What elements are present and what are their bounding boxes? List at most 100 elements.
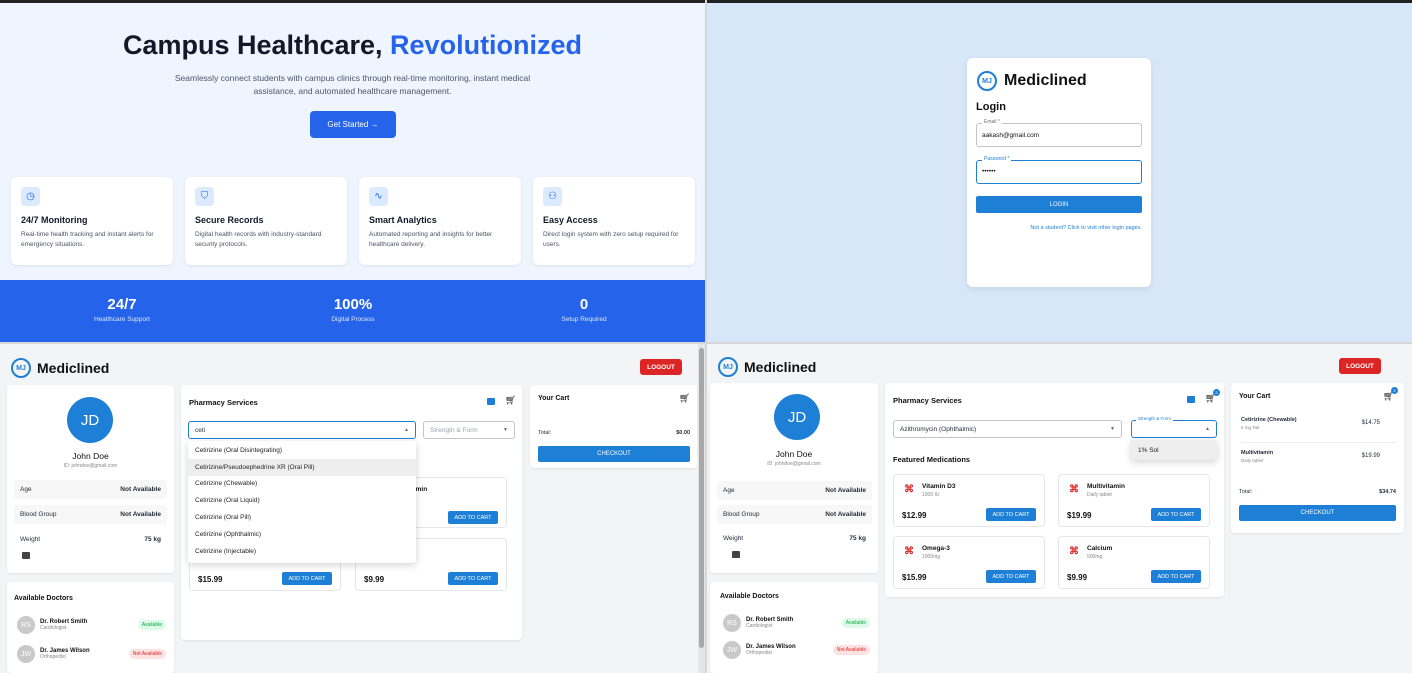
cart-item-price: $14.75 — [1361, 420, 1380, 426]
strength-select[interactable]: Strength & Form ▲ — [1131, 416, 1217, 438]
activity-icon: ∿ — [369, 187, 388, 206]
feature-title: Easy Access — [543, 215, 598, 225]
medication-search-input[interactable]: ceti ▲ — [188, 421, 416, 439]
info-label: Age — [723, 487, 735, 494]
dropdown-option[interactable]: Cetirizine (Oral Disintegrating) — [188, 442, 416, 459]
logo-icon: MJ — [11, 358, 31, 378]
feature-desc: Direct login system with zero setup requ… — [543, 231, 679, 248]
email-value: aakash@gmail.com — [982, 132, 1040, 139]
status-badge: Not Available — [128, 649, 166, 659]
info-label: Age — [20, 486, 32, 493]
dropdown-option[interactable]: Cetirizine/Pseudoephedrine XR (Oral Pill… — [188, 458, 416, 476]
message-icon[interactable] — [22, 552, 30, 559]
dropdown-option[interactable]: Cetirizine (Injectable) — [188, 543, 416, 560]
doctor-row[interactable]: RS Dr. Robert Smith Cardiologist Availabl… — [17, 613, 174, 637]
brand-logo: MJ Mediclined — [977, 71, 1087, 91]
add-to-cart-button[interactable]: ADD TO CART — [1151, 570, 1201, 583]
shield-icon: ⛉ — [195, 187, 214, 206]
logout-button[interactable]: LOGOUT — [1339, 358, 1381, 374]
stat-value: 100% — [333, 296, 373, 313]
landing-panel: Campus Healthcare, Revolutionized Seamle… — [0, 0, 705, 342]
medication-card: ⌘ Calcium 500mg $9.99 ADD TO CART — [1058, 536, 1210, 589]
info-label: Blood Group — [723, 511, 760, 518]
dropdown-option[interactable]: Cetirizine (Oral Liquid) — [188, 492, 416, 509]
cart-item: Cetirizine (Chewable) 5 mg Tab $14.75 — [1241, 417, 1396, 443]
brand-name: Mediclined — [1004, 72, 1087, 89]
cart-item-price: $19.99 — [1361, 453, 1380, 459]
hero-subtitle: Seamlessly connect students with campus … — [174, 73, 531, 96]
medication-price: $9.99 — [364, 575, 385, 584]
message-icon[interactable] — [732, 551, 740, 558]
medicine-icon: ⌘ — [1069, 484, 1079, 495]
medication-dose: 500mg — [1087, 554, 1103, 560]
feature-card-records: ⛉ Secure Records Digital health records … — [185, 177, 347, 265]
get-started-button[interactable]: Get Started → — [310, 111, 396, 138]
stat-support: 24/7 Healthcare Support — [22, 296, 222, 323]
add-to-cart-button[interactable]: ADD TO CART — [448, 572, 498, 585]
doctor-avatar: JW — [723, 641, 741, 659]
medication-search-input[interactable]: Azithromycin (Ophthalmic) ▼ — [893, 420, 1122, 438]
other-login-link[interactable]: Not a student? Click to visit other logi… — [1030, 225, 1142, 231]
dropdown-option[interactable]: Cetirizine (Oral Pill) — [188, 509, 416, 526]
doctors-title: Available Doctors — [720, 593, 779, 600]
add-to-cart-button[interactable]: ADD TO CART — [986, 508, 1036, 521]
password-label: Password * — [982, 156, 1012, 162]
doctor-avatar: JW — [17, 645, 35, 663]
medication-price: $15.99 — [198, 575, 223, 584]
medication-dose: 1000mg — [922, 554, 941, 560]
chevron-up-icon[interactable]: ▲ — [404, 427, 409, 433]
login-panel: MJ Mediclined Login Email * aakash@gmail… — [707, 0, 1412, 342]
dropdown-option[interactable]: Cetirizine (Chewable) — [188, 476, 416, 493]
medication-card: ⌘ Multivitamin Daily tablet $19.99 ADD T… — [1058, 474, 1210, 527]
cart-card: Your Cart 🛒︎ 2 Cetirizine (Chewable) 5 m… — [1231, 383, 1404, 533]
doctor-row[interactable]: JW Dr. James Wilson Orthopedist Not Avail… — [17, 642, 174, 666]
hero-title-accent: Revolutionized — [390, 30, 583, 60]
info-row-age: Age Not Available — [14, 480, 167, 499]
chevron-down-icon[interactable]: ▼ — [1110, 426, 1115, 432]
strength-select[interactable]: Strength & Form ▼ — [423, 421, 515, 439]
email-field[interactable]: Email * aakash@gmail.com — [976, 119, 1142, 147]
doctor-specialty: Cardiologist — [40, 625, 67, 631]
chat-icon[interactable] — [487, 398, 495, 405]
search-value: Azithromycin (Ophthalmic) — [900, 425, 977, 433]
feature-title: Smart Analytics — [369, 215, 437, 225]
medicine-icon: ⌘ — [904, 484, 914, 495]
status-badge: Available — [841, 618, 870, 628]
add-to-cart-button[interactable]: ADD TO CART — [448, 511, 498, 524]
window-top-border — [0, 0, 705, 3]
chat-icon[interactable] — [1187, 396, 1195, 403]
total-label: Total: — [1239, 489, 1253, 495]
info-label: Weight — [723, 535, 744, 542]
scrollbar[interactable] — [698, 344, 705, 673]
checkout-button[interactable]: CHECKOUT — [1239, 505, 1396, 521]
total-value: $0.00 — [676, 430, 690, 436]
scrollbar-thumb[interactable] — [699, 348, 704, 648]
medication-name: Multivitamin — [1087, 483, 1125, 490]
add-to-cart-button[interactable]: ADD TO CART — [282, 572, 332, 585]
cart-icon[interactable]: 🛒︎ — [505, 395, 516, 406]
chevron-down-icon: ▼ — [503, 427, 508, 433]
checkout-button[interactable]: CHECKOUT — [538, 446, 690, 462]
featured-title: Featured Medications — [893, 455, 971, 464]
add-to-cart-button[interactable]: ADD TO CART — [986, 570, 1036, 583]
cart-icon[interactable]: 🛒︎ — [679, 393, 690, 404]
doctor-row[interactable]: RS Dr. Robert Smith Cardiologist Availabl… — [723, 611, 878, 635]
medication-name: Omega-3 — [922, 545, 950, 552]
stat-digital: 100% Digital Process — [253, 296, 453, 323]
password-field[interactable]: Password * •••••• — [976, 156, 1142, 184]
medicine-icon: ⌘ — [904, 546, 914, 557]
login-button[interactable]: LOGIN — [976, 196, 1142, 213]
doctor-row[interactable]: JW Dr. James Wilson Orthopedist Not Avail… — [723, 638, 878, 662]
medication-price: $15.99 — [902, 573, 927, 582]
cart-title: Your Cart — [538, 395, 570, 402]
doctors-title: Available Doctors — [14, 595, 73, 602]
dropdown-option[interactable]: Cetirizine (Ophthalmic) — [188, 526, 416, 543]
cart-count-badge: 2 — [1213, 389, 1220, 396]
avatar: JD — [774, 394, 820, 440]
medication-card: ⌘ Vitamin D3 1000 IU $12.99 ADD TO CART — [893, 474, 1045, 527]
add-to-cart-button[interactable]: ADD TO CART — [1151, 508, 1201, 521]
doctors-card: Available Doctors RS Dr. Robert Smith Car… — [710, 582, 878, 673]
profile-id: ID: johndoe@gmail.com — [767, 461, 821, 467]
logout-button[interactable]: LOGOUT — [640, 359, 682, 375]
dropdown-option[interactable]: 1% Sol — [1131, 440, 1217, 460]
